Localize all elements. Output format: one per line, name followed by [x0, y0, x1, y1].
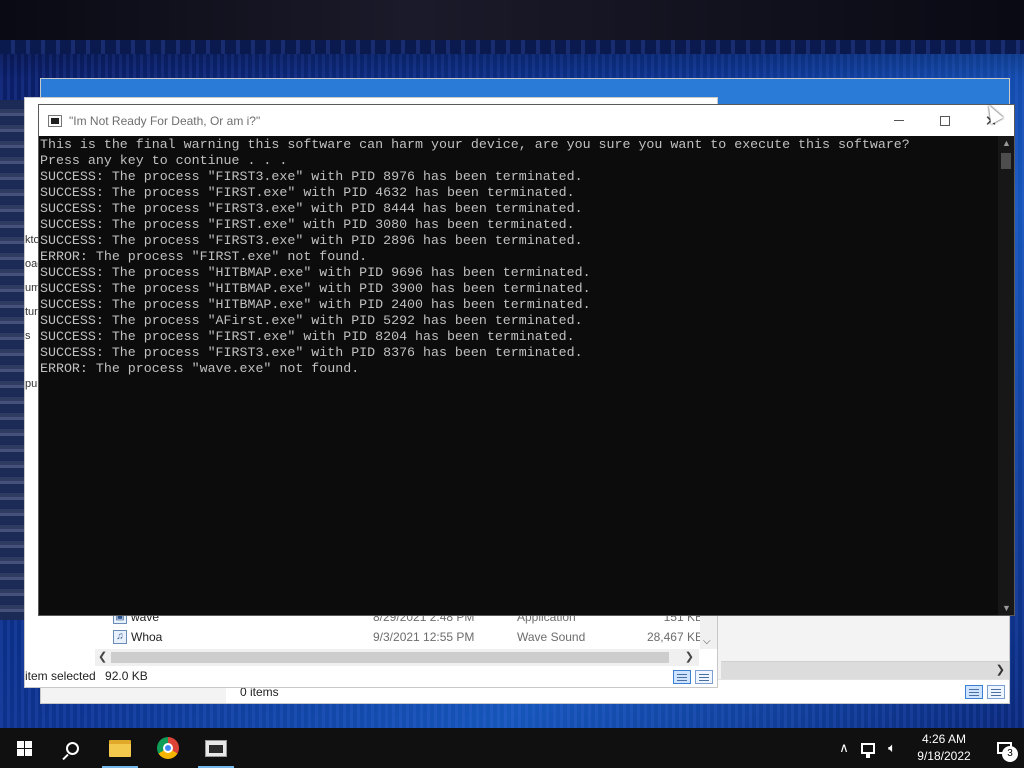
- maximize-button[interactable]: [922, 105, 968, 136]
- glitch-band: [0, 40, 1024, 54]
- console-line: SUCCESS: The process "FIRST.exe" with PI…: [40, 329, 575, 344]
- console-line: SUCCESS: The process "FIRST3.exe" with P…: [40, 169, 583, 184]
- horizontal-scrollbar[interactable]: ❮ ❯: [95, 649, 699, 666]
- clock-date: 9/18/2022: [917, 749, 971, 763]
- status-size: 92.0 KB: [105, 669, 148, 683]
- horizontal-scrollbar[interactable]: ❯: [721, 661, 1009, 679]
- network-button[interactable]: [856, 728, 880, 768]
- audio-file-icon: ♫: [113, 630, 127, 644]
- console-line: SUCCESS: The process "FIRST.exe" with PI…: [40, 185, 575, 200]
- system-tray: ∧ 🔈︎ 4:26 AM 9/18/2022 3: [832, 728, 1024, 768]
- taskbar: ∧ 🔈︎ 4:26 AM 9/18/2022 3: [0, 728, 1024, 768]
- scroll-down-icon[interactable]: ⌵: [703, 636, 711, 647]
- console-icon: [205, 739, 227, 757]
- status-bar: item selected 92.0 KB: [25, 665, 717, 687]
- console-line: SUCCESS: The process "HITBMAP.exe" with …: [40, 281, 591, 296]
- console-line: SUCCESS: The process "FIRST3.exe" with P…: [40, 345, 583, 360]
- console-line: SUCCESS: The process "HITBMAP.exe" with …: [40, 297, 591, 312]
- file-name: Whoa: [131, 630, 163, 644]
- scrollbar-thumb[interactable]: [111, 652, 669, 663]
- large-icons-view-icon[interactable]: [695, 670, 713, 684]
- scroll-right-icon[interactable]: ❯: [996, 663, 1005, 676]
- minimize-button[interactable]: [876, 105, 922, 136]
- file-size: 28,467 KB: [646, 630, 703, 644]
- notification-count: 3: [1002, 746, 1018, 762]
- file-type: Wave Sound: [517, 630, 586, 644]
- large-icons-view-icon[interactable]: [987, 685, 1005, 699]
- search-button[interactable]: [48, 728, 96, 768]
- console-line: SUCCESS: The process "HITBMAP.exe" with …: [40, 265, 591, 280]
- console-line: SUCCESS: The process "FIRST3.exe" with P…: [40, 233, 583, 248]
- console-app-icon: [48, 114, 62, 127]
- console-output[interactable]: This is the final warning this software …: [39, 136, 998, 615]
- clock[interactable]: 4:26 AM 9/18/2022: [904, 731, 984, 765]
- taskbar-file-explorer[interactable]: [96, 728, 144, 768]
- speaker-icon: 🔈︎: [888, 740, 896, 756]
- taskbar-chrome[interactable]: [144, 728, 192, 768]
- folder-icon: [109, 739, 131, 757]
- console-line: SUCCESS: The process "FIRST.exe" with PI…: [40, 217, 575, 232]
- clock-time: 4:26 AM: [921, 732, 967, 746]
- show-hidden-icons-button[interactable]: ∧: [832, 728, 856, 768]
- details-view-icon[interactable]: [673, 670, 691, 684]
- network-icon: [861, 742, 875, 758]
- console-line: SUCCESS: The process "AFirst.exe" with P…: [40, 313, 583, 328]
- scroll-right-icon[interactable]: ❯: [685, 650, 694, 663]
- console-line: This is the final warning this software …: [40, 137, 910, 152]
- glitch-band: [0, 0, 1024, 40]
- scrollbar-thumb[interactable]: [1001, 153, 1011, 169]
- file-name-cell: ♫ Whoa: [113, 630, 373, 644]
- scroll-left-icon[interactable]: ❮: [98, 650, 107, 663]
- chrome-icon: [157, 737, 179, 759]
- view-toggle-group: [965, 685, 1005, 699]
- maximize-icon: [940, 115, 950, 126]
- vertical-scrollbar[interactable]: ▲ ▼: [998, 136, 1014, 615]
- desktop: ❯ 0 items ktop oad umen tures s pu ▣ wav…: [0, 0, 1024, 728]
- file-row[interactable]: ♫ Whoa 9/3/2021 12:55 PM Wave Sound 28,4…: [113, 627, 713, 647]
- window-title: "Im Not Ready For Death, Or am i?": [69, 113, 261, 128]
- status-selected: item selected: [25, 669, 96, 683]
- taskbar-console[interactable]: [192, 728, 240, 768]
- start-button[interactable]: [0, 728, 48, 768]
- action-center-button[interactable]: 3: [984, 728, 1024, 768]
- minimize-icon: [894, 120, 904, 121]
- windows-logo-icon: [16, 740, 32, 756]
- chevron-up-icon: ∧: [839, 740, 849, 756]
- console-line: SUCCESS: The process "FIRST3.exe" with P…: [40, 201, 583, 216]
- console-line: ERROR: The process "wave.exe" not found.: [40, 361, 360, 376]
- file-date: 9/3/2021 12:55 PM: [373, 630, 475, 644]
- details-view-icon[interactable]: [965, 685, 983, 699]
- console-window[interactable]: "Im Not Ready For Death, Or am i?" ✕ Thi…: [38, 104, 1015, 616]
- view-toggle-group: [673, 670, 713, 684]
- console-line: Press any key to continue . . .: [40, 153, 288, 168]
- window-titlebar[interactable]: "Im Not Ready For Death, Or am i?" ✕: [39, 105, 1014, 136]
- scroll-down-icon[interactable]: ▼: [1002, 603, 1011, 613]
- volume-button[interactable]: 🔈︎: [880, 728, 904, 768]
- search-icon: [65, 741, 79, 755]
- console-line: ERROR: The process "FIRST.exe" not found…: [40, 249, 368, 264]
- scroll-up-icon[interactable]: ▲: [1002, 138, 1011, 148]
